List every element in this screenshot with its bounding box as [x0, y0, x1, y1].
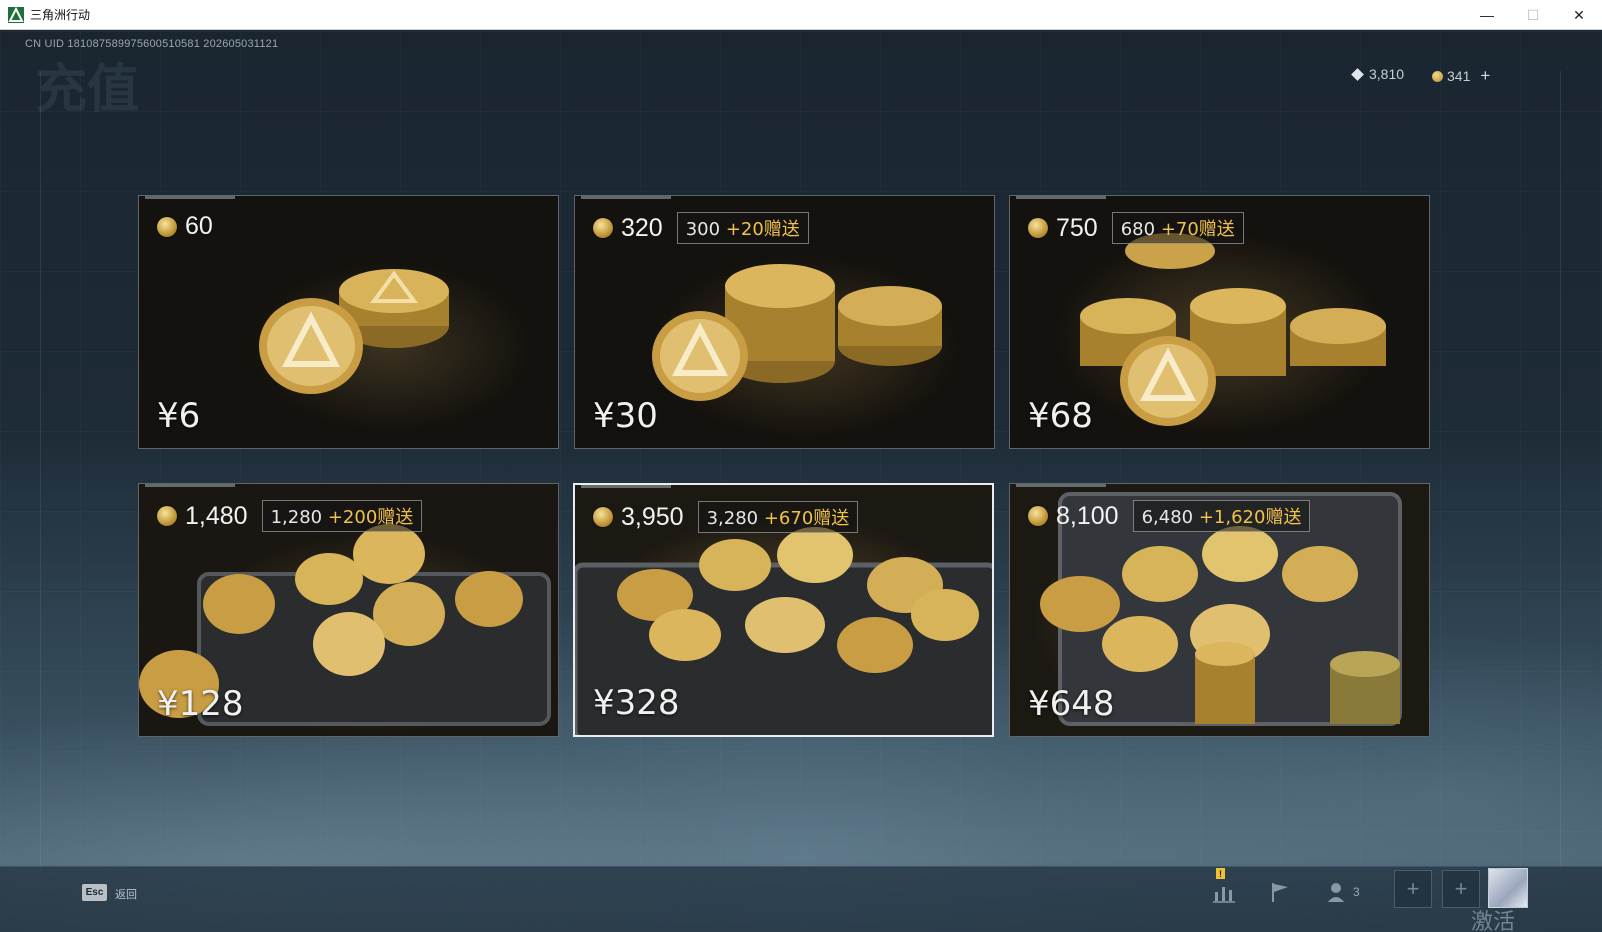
coin-amount: 750 680 +70赠送	[1028, 212, 1244, 244]
diamond-balance: 3,810	[1351, 66, 1405, 82]
bonus-gift: +1,620赠送	[1198, 507, 1302, 528]
amount-value: 60	[185, 212, 213, 240]
card-accent-line	[145, 196, 235, 199]
decor-line	[1560, 71, 1561, 891]
amount-value: 3,950	[621, 502, 684, 531]
coin-value: 341	[1447, 68, 1471, 84]
friends-icon[interactable]	[1326, 880, 1350, 904]
price-label: ¥68	[1028, 396, 1093, 436]
diamond-value: 3,810	[1369, 66, 1405, 82]
coin-icon	[157, 506, 177, 526]
minimize-button[interactable]: —	[1464, 0, 1510, 30]
close-button[interactable]: ✕	[1556, 0, 1602, 30]
card-accent-line	[1016, 484, 1106, 487]
flag-icon[interactable]	[1268, 880, 1292, 904]
window-titlebar: 三角洲行动 — ☐ ✕	[0, 0, 1602, 30]
windows-activation-watermark: 激活 Windows	[1471, 910, 1516, 932]
package-card[interactable]: 60 ¥6	[138, 195, 559, 449]
bonus-gift: +70赠送	[1160, 219, 1235, 240]
price-label: ¥328	[593, 683, 680, 723]
app-logo-icon	[8, 6, 24, 23]
game-viewport: 充值 CN UID 181087589975600510581 20260503…	[0, 31, 1602, 932]
maximize-button[interactable]: ☐	[1510, 0, 1556, 30]
background-grid	[0, 31, 1602, 932]
bonus-badge: 1,280 +200赠送	[261, 500, 423, 532]
amount-value: 8,100	[1056, 501, 1119, 530]
bonus-badge: 6,480 +1,620赠送	[1132, 500, 1311, 532]
card-accent-line	[1016, 196, 1106, 199]
package-card[interactable]: 320 300 +20赠送 ¥30	[574, 195, 995, 449]
add-slot-button[interactable]: +	[1442, 870, 1480, 908]
bonus-badge: 680 +70赠送	[1111, 212, 1244, 244]
package-card[interactable]: 750 680 +70赠送 ¥68	[1009, 195, 1430, 449]
player-avatar[interactable]	[1488, 868, 1528, 908]
window-controls: — ☐ ✕	[1464, 0, 1602, 30]
back-button[interactable]: 返回	[115, 886, 137, 902]
bonus-base: 680	[1120, 219, 1156, 240]
window-title: 三角洲行动	[30, 8, 91, 22]
coin-amount: 320 300 +20赠送	[593, 212, 809, 244]
user-uid: CN UID 181087589975600510581 20260503112…	[25, 38, 279, 50]
bonus-gift: +200赠送	[327, 507, 414, 528]
friend-count: 3	[1353, 885, 1360, 899]
bonus-base: 1,280	[270, 507, 323, 528]
price-label: ¥30	[593, 396, 658, 436]
diamond-icon	[1351, 67, 1364, 81]
card-accent-line	[581, 196, 671, 199]
add-currency-button[interactable]: +	[1480, 66, 1490, 86]
coin-icon	[593, 507, 613, 527]
bonus-gift: +20赠送	[725, 219, 800, 240]
coin-amount: 8,100 6,480 +1,620赠送	[1028, 500, 1311, 532]
coin-amount: 1,480 1,280 +200赠送	[157, 500, 423, 532]
bonus-base: 6,480	[1141, 507, 1194, 528]
amount-value: 750	[1056, 213, 1098, 242]
bonus-base: 3,280	[706, 508, 759, 529]
package-card-selected[interactable]: 3,950 3,280 +670赠送 ¥328	[573, 483, 994, 737]
coin-icon	[1432, 70, 1443, 82]
package-card[interactable]: 8,100 6,480 +1,620赠送 ¥648	[1009, 483, 1430, 737]
coin-icon	[1028, 506, 1048, 526]
coin-icon	[593, 218, 613, 238]
page-title: 充值	[35, 60, 140, 120]
card-accent-line	[581, 485, 671, 488]
price-label: ¥6	[157, 396, 201, 436]
coin-icon	[157, 216, 177, 237]
amount-value: 1,480	[185, 501, 248, 530]
stats-icon[interactable]	[1212, 880, 1236, 904]
bonus-badge: 300 +20赠送	[676, 212, 809, 244]
price-label: ¥128	[157, 684, 244, 724]
coin-icon	[1028, 218, 1048, 238]
esc-key-hint[interactable]: Esc	[82, 884, 107, 901]
decor-line	[40, 71, 41, 891]
notification-badge: !	[1216, 868, 1225, 879]
package-card[interactable]: 1,480 1,280 +200赠送 ¥128	[138, 483, 559, 737]
coin-balance: 341 +	[1432, 66, 1490, 86]
bonus-base: 300	[685, 219, 721, 240]
amount-value: 320	[621, 213, 663, 242]
card-accent-line	[145, 484, 235, 487]
bonus-badge: 3,280 +670赠送	[697, 501, 859, 533]
coin-amount: 60	[157, 212, 213, 241]
bonus-gift: +670赠送	[763, 508, 850, 529]
coin-amount: 3,950 3,280 +670赠送	[593, 501, 859, 533]
price-label: ¥648	[1028, 684, 1115, 724]
add-slot-button[interactable]: +	[1394, 870, 1432, 908]
bottom-bar	[0, 866, 1602, 932]
